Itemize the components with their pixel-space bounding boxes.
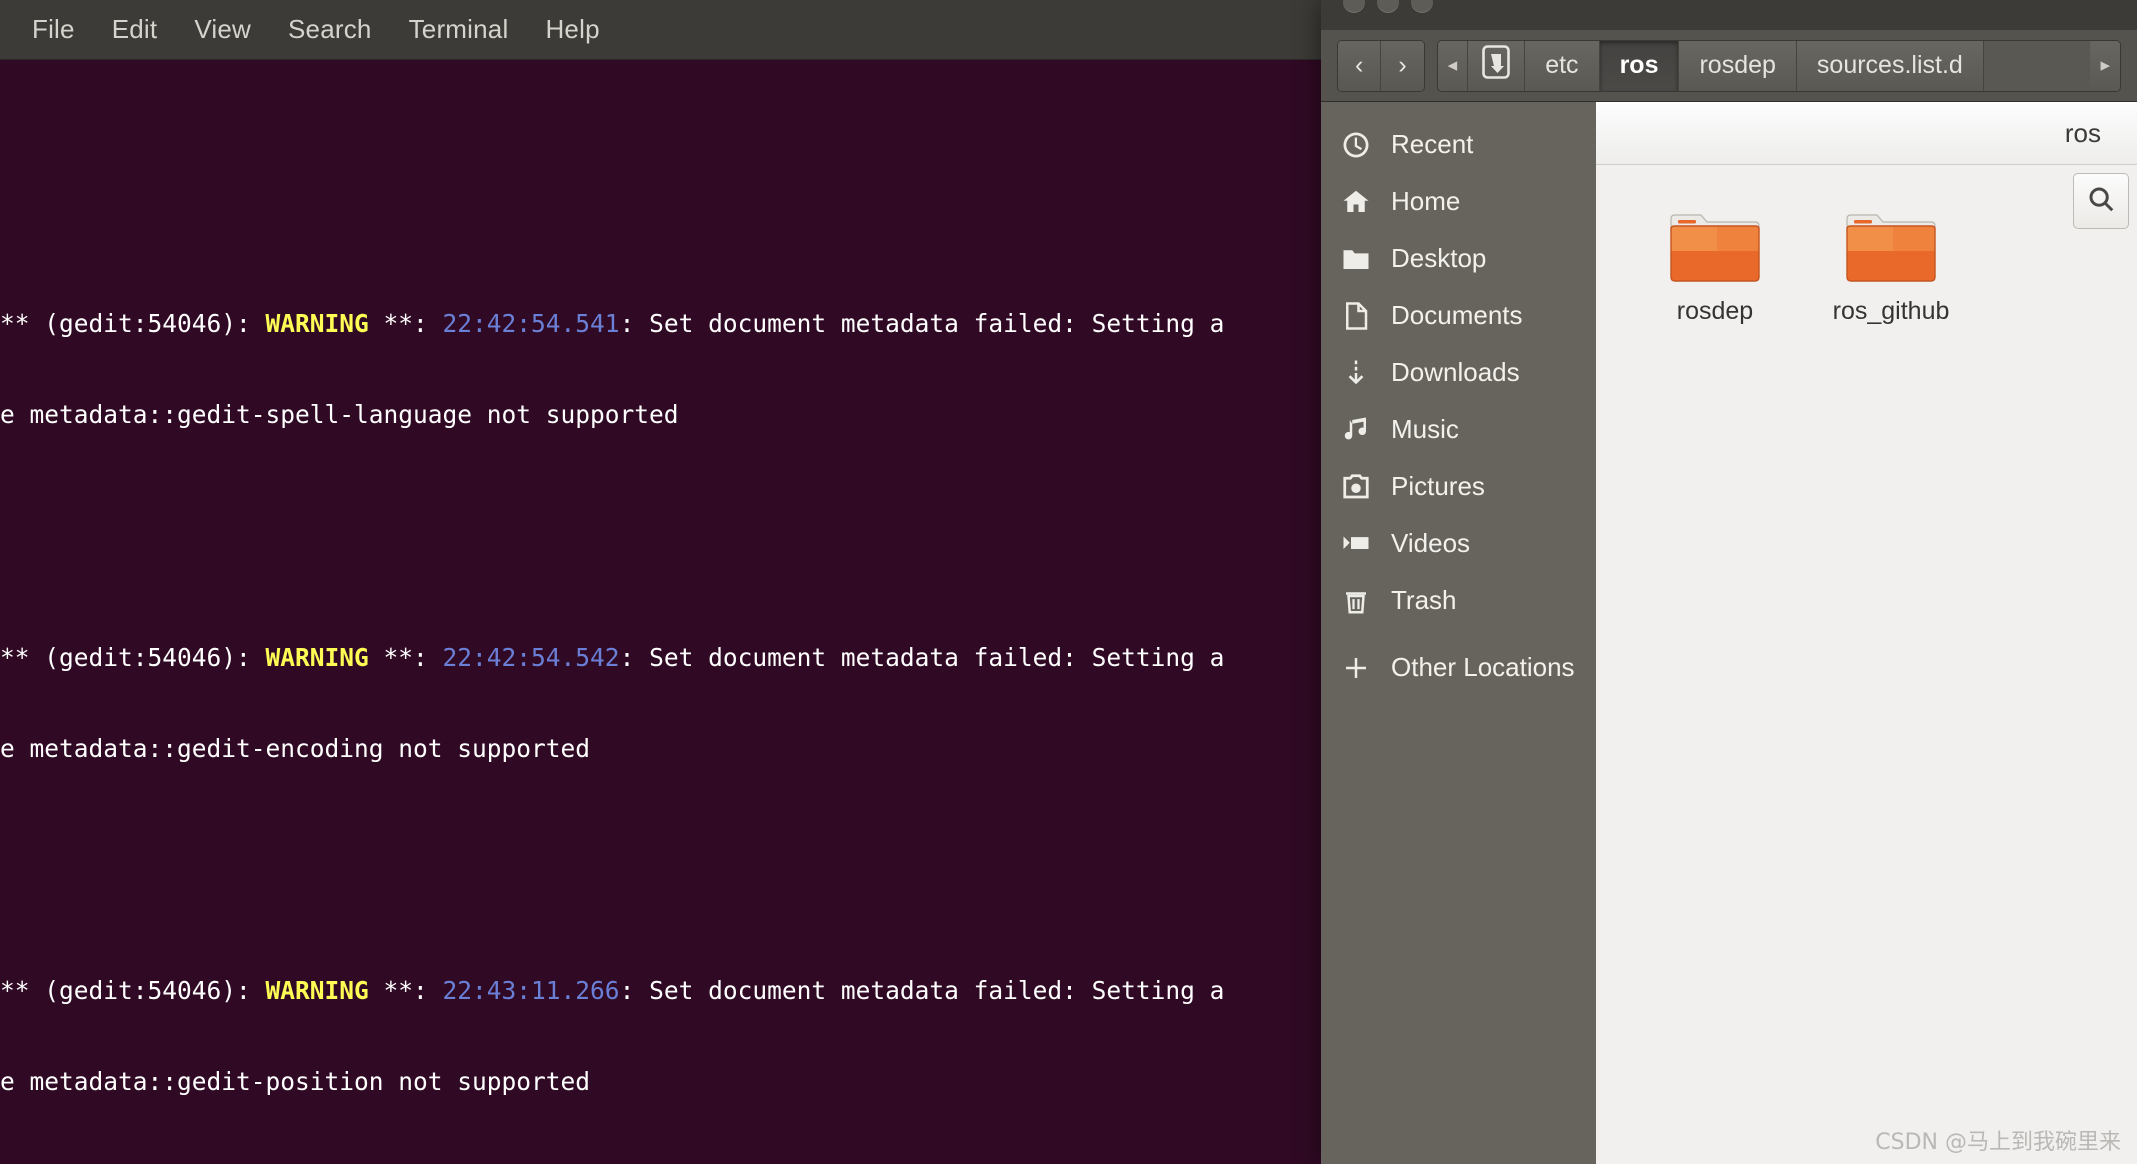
- sidebar-item-label: Videos: [1391, 528, 1471, 558]
- warning-level: WARNING: [265, 309, 369, 339]
- sidebar-item-label: Documents: [1391, 300, 1523, 330]
- warning-prefix: ** (gedit:54046):: [0, 309, 266, 339]
- camera-icon: [1339, 470, 1373, 504]
- sidebar-item-label: Other Locations: [1391, 652, 1575, 682]
- terminal-menubar: File Edit View Search Terminal Help: [0, 0, 1456, 60]
- menu-item-edit[interactable]: Edit: [96, 9, 174, 50]
- folder-icon: [1843, 209, 1939, 287]
- file-list-panel: ros rosdep ros_github: [1596, 102, 2137, 1164]
- breadcrumb-item-ros[interactable]: ros: [1599, 40, 1680, 91]
- window-minimize-button[interactable]: [1343, 0, 1365, 13]
- sidebar-item-pictures[interactable]: Pictures: [1321, 458, 1596, 515]
- file-label: ros_github: [1832, 297, 1950, 325]
- file-item-ros-github[interactable]: ros_github: [1814, 201, 1968, 334]
- download-icon: [1339, 356, 1373, 390]
- breadcrumb-item-sources-list-d[interactable]: sources.list.d: [1796, 40, 1984, 91]
- menu-item-search[interactable]: Search: [272, 9, 388, 50]
- window-maximize-button[interactable]: [1377, 0, 1399, 13]
- navigation-button-group: ‹ ›: [1337, 39, 1425, 92]
- warning-timestamp: 22:42:54.542: [442, 642, 620, 672]
- forward-button[interactable]: ›: [1380, 40, 1424, 91]
- sidebar-item-label: Recent: [1391, 129, 1474, 159]
- terminal-window: File Edit View Search Terminal Help ** (…: [0, 0, 1456, 1164]
- terminal-line-warning-1: ** (gedit:54046): WARNING **: 22:42:54.5…: [0, 309, 1456, 339]
- file-label: rosdep: [1676, 297, 1754, 325]
- breadcrumb-root-drive-button[interactable]: [1468, 40, 1526, 91]
- sidebar-item-documents[interactable]: Documents: [1321, 287, 1596, 344]
- terminal-line-warning-2: ** (gedit:54046): WARNING **: 22:42:54.5…: [0, 643, 1456, 673]
- sidebar-item-label: Pictures: [1391, 471, 1485, 501]
- page-title: ros: [2064, 117, 2101, 148]
- file-grid: rosdep ros_github: [1596, 201, 2137, 334]
- file-manager-main: Recent Home Desktop Documents Downloads …: [1321, 102, 2137, 1164]
- warning-sep: **:: [368, 642, 443, 672]
- warning-level: WARNING: [265, 975, 369, 1005]
- warning-message: : Set document metadata failed: Setting …: [619, 642, 1225, 672]
- search-button[interactable]: [2073, 173, 2129, 229]
- terminal-line-warning-1b: e metadata::gedit-spell-language not sup…: [0, 400, 679, 430]
- sidebar-item-downloads[interactable]: Downloads: [1321, 344, 1596, 401]
- drive-icon: [1482, 45, 1511, 86]
- menu-item-help[interactable]: Help: [529, 9, 615, 50]
- terminal-output-area[interactable]: ** (gedit:54046): WARNING **: 22:42:54.5…: [0, 60, 1456, 1164]
- sidebar-item-recent[interactable]: Recent: [1321, 116, 1596, 173]
- file-manager-toolbar: ‹ › ◂ etc ros rosdep sources.list.d ▸: [1321, 30, 2137, 102]
- sidebar-item-label: Downloads: [1391, 357, 1520, 387]
- music-icon: [1339, 413, 1373, 447]
- sidebar-item-desktop[interactable]: Desktop: [1321, 230, 1596, 287]
- file-item-rosdep[interactable]: rosdep: [1638, 201, 1792, 334]
- warning-timestamp: 22:42:54.541: [442, 309, 620, 339]
- content-header: ros: [1596, 102, 2137, 165]
- warning-message: : Set document metadata failed: Setting …: [619, 309, 1225, 339]
- terminal-line-warning-2b: e metadata::gedit-encoding not supported: [0, 733, 591, 763]
- home-icon: [1339, 185, 1373, 219]
- terminal-line-warning-3b: e metadata::gedit-position not supported: [0, 1066, 591, 1096]
- menu-item-terminal[interactable]: Terminal: [393, 9, 525, 50]
- document-icon: [1339, 299, 1373, 333]
- sidebar-item-home[interactable]: Home: [1321, 173, 1596, 230]
- video-icon: [1339, 527, 1373, 561]
- sidebar-item-music[interactable]: Music: [1321, 401, 1596, 458]
- breadcrumb-item-etc[interactable]: etc: [1525, 40, 1600, 91]
- sidebar-item-label: Desktop: [1391, 243, 1487, 273]
- terminal-line-warning-3: ** (gedit:54046): WARNING **: 22:43:11.2…: [0, 976, 1456, 1006]
- warning-timestamp: 22:43:11.266: [442, 975, 620, 1005]
- breadcrumb-item-rosdep[interactable]: rosdep: [1679, 40, 1797, 91]
- breadcrumb-scroll-right-button[interactable]: ▸: [2090, 40, 2120, 91]
- sidebar-item-other-locations[interactable]: Other Locations: [1321, 639, 1596, 696]
- sidebar-item-label: Trash: [1391, 585, 1457, 615]
- clock-icon: [1339, 128, 1373, 162]
- breadcrumb-scroll-left-button[interactable]: ◂: [1437, 40, 1469, 91]
- warning-sep: **:: [368, 309, 443, 339]
- window-close-button[interactable]: [1411, 0, 1433, 13]
- sidebar-item-videos[interactable]: Videos: [1321, 515, 1596, 572]
- watermark: CSDN @马上到我碗里来: [1875, 1130, 2121, 1155]
- file-manager-window: ‹ › ◂ etc ros rosdep sources.list.d ▸ Re…: [1321, 0, 2137, 1164]
- file-grid-area[interactable]: rosdep ros_github: [1596, 165, 2137, 1164]
- warning-message: : Set document metadata failed: Setting …: [619, 975, 1225, 1005]
- breadcrumb: ◂ etc ros rosdep sources.list.d ▸: [1436, 39, 2121, 92]
- sidebar-item-label: Home: [1391, 186, 1461, 216]
- warning-sep: **:: [368, 975, 443, 1005]
- sidebar: Recent Home Desktop Documents Downloads …: [1321, 102, 1596, 1164]
- menu-item-file[interactable]: File: [16, 9, 91, 50]
- window-titlebar[interactable]: [1321, 0, 2137, 30]
- warning-prefix: ** (gedit:54046):: [0, 642, 266, 672]
- menu-item-view[interactable]: View: [178, 9, 267, 50]
- plus-icon: [1339, 651, 1373, 685]
- warning-level: WARNING: [265, 642, 369, 672]
- folder-icon: [1667, 209, 1763, 287]
- trash-icon: [1339, 584, 1373, 618]
- back-button[interactable]: ‹: [1338, 40, 1381, 91]
- sidebar-item-label: Music: [1391, 414, 1459, 444]
- search-icon: [2086, 184, 2116, 219]
- sidebar-item-trash[interactable]: Trash: [1321, 572, 1596, 629]
- warning-prefix: ** (gedit:54046):: [0, 975, 266, 1005]
- folder-icon: [1339, 242, 1373, 276]
